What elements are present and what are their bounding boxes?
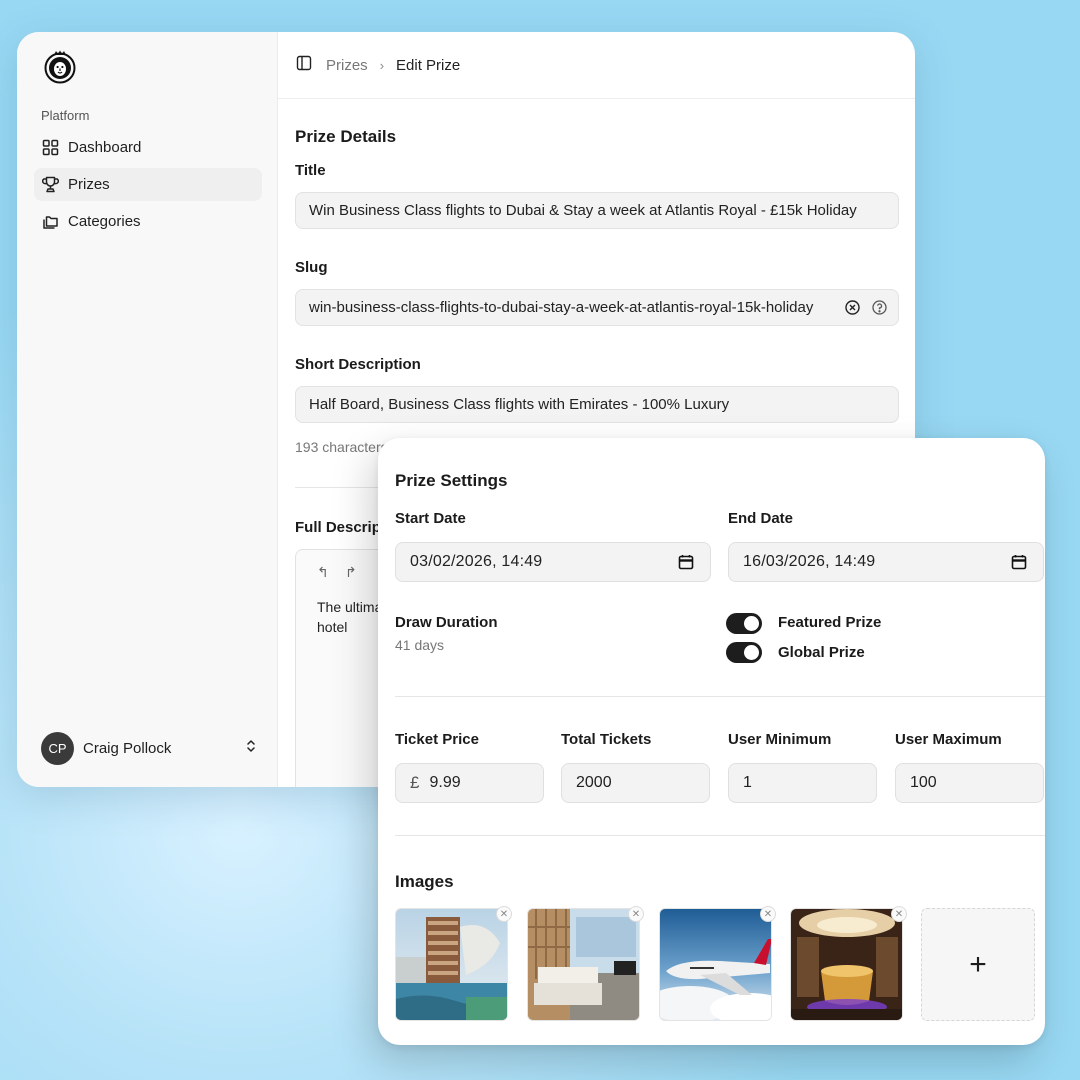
remove-image-icon[interactable]: ✕: [628, 906, 644, 922]
short-description-input[interactable]: Half Board, Business Class flights with …: [295, 386, 899, 423]
title-label: Title: [295, 162, 326, 179]
add-image-button[interactable]: +: [921, 908, 1035, 1021]
clear-icon[interactable]: [844, 299, 861, 320]
calendar-icon[interactable]: [1011, 554, 1027, 570]
divider: [395, 835, 1045, 836]
remove-image-icon[interactable]: ✕: [891, 906, 907, 922]
prize-settings-card: Prize Settings Start Date 03/02/2026, 14…: [378, 438, 1045, 1045]
breadcrumb: Prizes › Edit Prize: [278, 32, 915, 99]
help-icon[interactable]: [871, 299, 888, 320]
prize-image-hotel-room[interactable]: [527, 908, 640, 1021]
start-date-label: Start Date: [395, 510, 466, 527]
total-tickets-input[interactable]: 2000: [561, 763, 710, 803]
user-minimum-input[interactable]: 1: [728, 763, 877, 803]
chevron-right-icon: ›: [379, 57, 385, 73]
trophy-icon: [42, 176, 59, 193]
slug-input[interactable]: win-business-class-flights-to-dubai-stay…: [295, 289, 899, 326]
user-menu[interactable]: CP Craig Pollock: [41, 731, 257, 765]
sidebar: Platform Dashboard Prizes Categories CP …: [17, 32, 278, 787]
prize-details-heading: Prize Details: [295, 127, 397, 146]
start-date-value: 03/02/2026, 14:49: [410, 553, 543, 570]
breadcrumb-prizes-link[interactable]: Prizes: [326, 57, 368, 74]
slug-label: Slug: [295, 259, 328, 276]
calendar-icon[interactable]: [678, 554, 694, 570]
prize-settings-heading: Prize Settings: [395, 471, 508, 490]
folders-icon: [42, 213, 59, 230]
user-name: Craig Pollock: [83, 739, 172, 757]
prize-image-resort[interactable]: [395, 908, 508, 1021]
remove-image-icon[interactable]: ✕: [760, 906, 776, 922]
remove-image-icon[interactable]: ✕: [496, 906, 512, 922]
dashboard-grid-icon: [42, 139, 59, 156]
total-tickets-label: Total Tickets: [561, 731, 652, 748]
draw-duration-label: Draw Duration: [395, 614, 498, 631]
user-maximum-label: User Maximum: [895, 731, 1002, 748]
character-count: 193 characters: [295, 439, 388, 455]
featured-prize-toggle[interactable]: [726, 613, 762, 634]
user-minimum-label: User Minimum: [728, 731, 832, 748]
ticket-price-value: 9.99: [429, 774, 461, 791]
prize-image-onboard-bar[interactable]: [790, 908, 903, 1021]
nav-group-label: Platform: [41, 108, 90, 123]
images-label: Images: [395, 872, 454, 891]
short-description-label: Short Description: [295, 356, 421, 373]
slug-actions: [844, 299, 888, 320]
divider: [395, 696, 1045, 697]
sidebar-toggle-icon[interactable]: [296, 55, 312, 75]
featured-prize-label: Featured Prize: [778, 614, 882, 631]
sidebar-item-label: Prizes: [68, 176, 110, 193]
end-date-value: 16/03/2026, 14:49: [743, 553, 876, 570]
draw-duration-value: 41 days: [395, 637, 445, 653]
global-prize-toggle[interactable]: [726, 642, 762, 663]
end-date-input[interactable]: 16/03/2026, 14:49: [728, 542, 1044, 582]
end-date-label: End Date: [728, 510, 794, 527]
sidebar-item-categories[interactable]: Categories: [34, 205, 262, 238]
breadcrumb-current: Edit Prize: [396, 56, 461, 74]
toggle-knob: [744, 645, 759, 660]
avatar: CP: [41, 731, 74, 765]
global-prize-label: Global Prize: [778, 644, 865, 661]
sidebar-item-label: Categories: [68, 213, 141, 230]
prize-image-airplane[interactable]: [659, 908, 772, 1021]
pound-sign: £: [410, 773, 420, 792]
title-input[interactable]: Win Business Class flights to Dubai & St…: [295, 192, 899, 229]
sidebar-item-label: Dashboard: [68, 139, 142, 156]
undo-icon[interactable]: ↰: [317, 564, 329, 581]
lion-logo-icon[interactable]: [43, 50, 77, 84]
ticket-price-label: Ticket Price: [395, 731, 479, 748]
redo-icon[interactable]: ↱: [345, 564, 357, 581]
chevron-up-down-icon[interactable]: [245, 738, 257, 759]
user-maximum-input[interactable]: 100: [895, 763, 1044, 803]
toggle-knob: [744, 616, 759, 631]
slug-value: win-business-class-flights-to-dubai-stay…: [309, 299, 814, 316]
sidebar-item-dashboard[interactable]: Dashboard: [34, 131, 262, 164]
sidebar-item-prizes[interactable]: Prizes: [34, 168, 262, 201]
ticket-price-input[interactable]: £ 9.99: [395, 763, 544, 803]
start-date-input[interactable]: 03/02/2026, 14:49: [395, 542, 711, 582]
